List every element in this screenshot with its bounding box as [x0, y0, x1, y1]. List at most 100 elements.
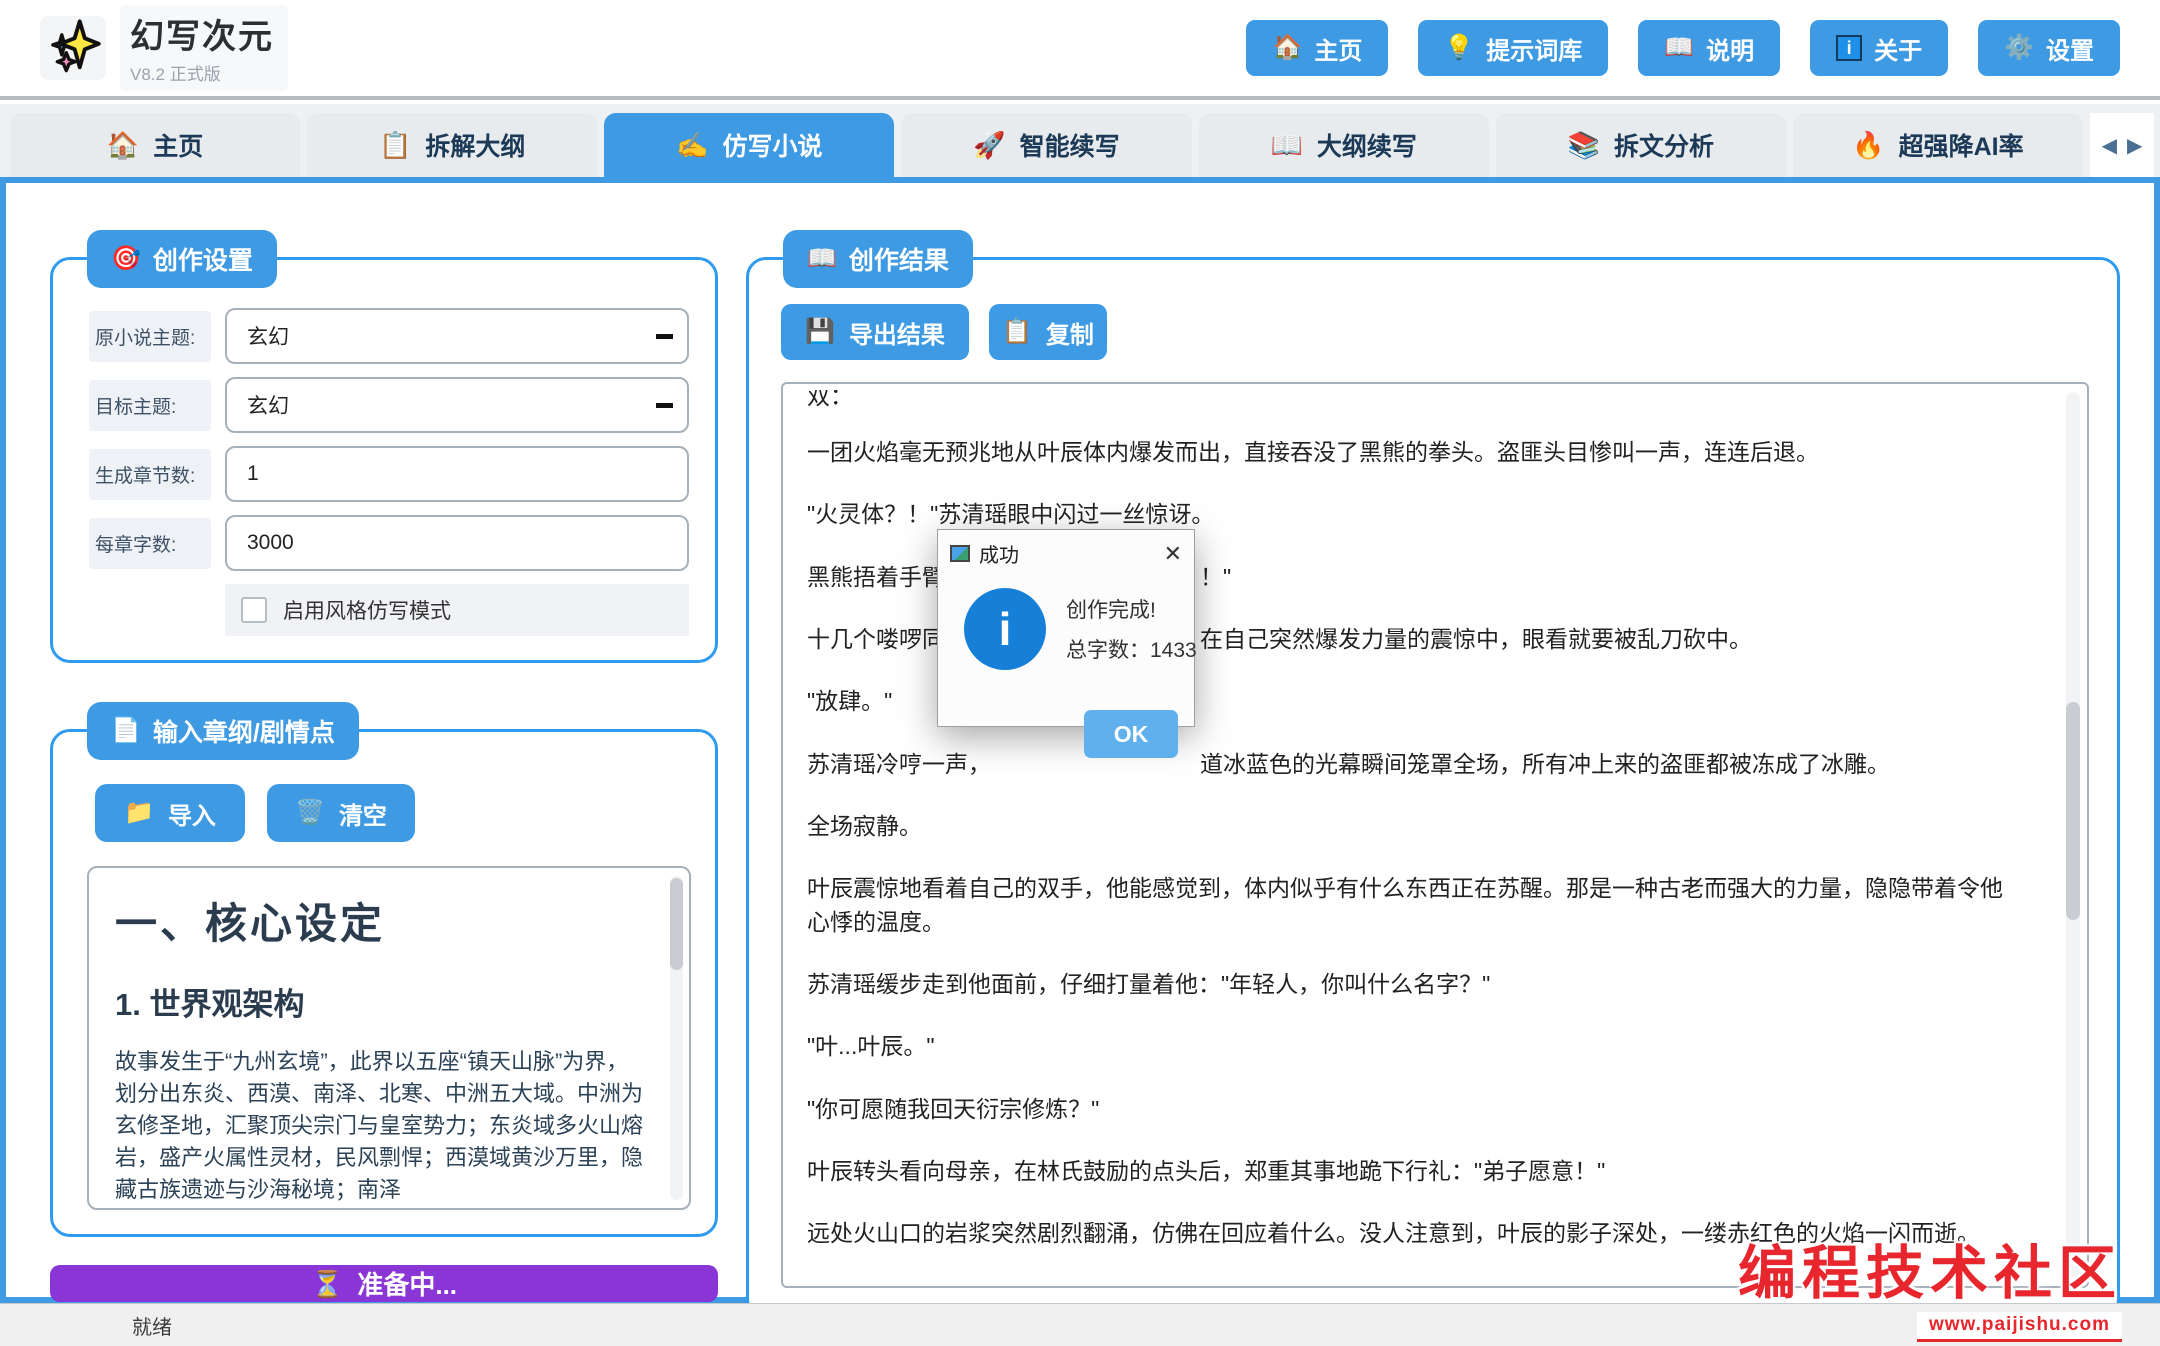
- chapter-count-label: 生成章节数:: [89, 449, 211, 500]
- result-text-area[interactable]: 双： 一团火焰毫无预兆地从叶辰体内爆发而出，直接吞没了黑熊的拳头。盗匪头目惨叫一…: [781, 382, 2089, 1288]
- result-paragraph: "叶...叶辰。": [807, 1030, 2017, 1063]
- dropdown-dash-icon[interactable]: [656, 403, 673, 408]
- tab-smart-continue[interactable]: 🚀 智能续写: [901, 113, 1191, 177]
- field-row-original-theme: 原小说主题:: [89, 308, 689, 364]
- window-icon: [950, 545, 970, 562]
- target-theme-input[interactable]: [225, 377, 689, 433]
- clipboard-icon: 📋: [379, 132, 411, 158]
- style-imitate-checkbox[interactable]: [241, 597, 267, 623]
- result-scrollbar[interactable]: [2066, 392, 2080, 1278]
- words-per-chapter-label: 每章字数:: [89, 518, 211, 569]
- dialog-title: 成功: [979, 539, 1019, 568]
- home-icon: 🏠: [107, 132, 139, 158]
- creation-result-panel: 📖 创作结果 💾 导出结果 📋 复制 双：: [746, 257, 2120, 1319]
- tab-scroll-controls: ◀ ▶: [2090, 113, 2154, 177]
- result-paragraph: 叶辰转头看向母亲，在林氏鼓励的点头后，郑重其事地跪下行礼："弟子愿意！": [807, 1155, 2017, 1188]
- close-icon[interactable]: ✕: [1164, 543, 1182, 565]
- about-button[interactable]: i 关于: [1810, 20, 1948, 76]
- outline-scrollbar[interactable]: [670, 876, 683, 1200]
- creation-result-badge: 📖 创作结果: [783, 230, 973, 288]
- app-title: 幻写次元: [130, 9, 274, 58]
- tab-outline-continue[interactable]: 📖 大纲续写: [1199, 113, 1489, 177]
- tab-outline-extract[interactable]: 📋 拆解大纲: [307, 113, 597, 177]
- dialog-titlebar: 成功 ✕: [938, 530, 1194, 574]
- result-paragraph: "火灵体？！"苏清瑶眼中闪过一丝惊讶。: [807, 498, 2017, 531]
- tab-scroll-right-icon[interactable]: ▶: [2127, 133, 2142, 158]
- manual-button[interactable]: 📖 说明: [1638, 20, 1780, 76]
- outline-buttons: 📁 导入 🗑️ 清空: [95, 784, 691, 842]
- outline-heading: 一、核心设定: [115, 890, 649, 951]
- chapter-count-input[interactable]: [225, 446, 689, 502]
- main-content: 🎯 创作设置 原小说主题: 目标主题:: [0, 177, 2160, 1303]
- outline-input-panel: 📄 输入章纲/剧情点 📁 导入 🗑️ 清空 一、核心设定 1. 世界观架构: [50, 729, 718, 1237]
- watermark: 编程技术社区 www.paijishu.com: [1738, 1226, 2122, 1342]
- info-icon: i: [1836, 35, 1862, 61]
- tab-text-analysis[interactable]: 📚 拆文分析: [1496, 113, 1786, 177]
- dropdown-dash-icon[interactable]: [656, 334, 673, 339]
- outline-input-badge: 📄 输入章纲/剧情点: [87, 702, 359, 760]
- tab-home[interactable]: 🏠 主页: [10, 113, 300, 177]
- home-button[interactable]: 🏠 主页: [1246, 20, 1388, 76]
- bulb-icon: 💡: [1444, 36, 1474, 60]
- open-book-icon: 📖: [807, 247, 837, 271]
- export-result-button[interactable]: 💾 导出结果: [781, 304, 969, 360]
- gear-icon: ⚙️: [2004, 36, 2034, 60]
- dialog-body: i 创作完成! 总字数：1433 OK: [938, 574, 1194, 724]
- style-imitate-label: 启用风格仿写模式: [283, 595, 451, 625]
- prompt-library-button[interactable]: 💡 提示词库: [1418, 20, 1608, 76]
- style-imitate-checkbox-row: 启用风格仿写模式: [225, 584, 689, 636]
- app-logo: [40, 16, 106, 80]
- sparkles-logo-icon: [45, 18, 101, 79]
- result-paragraph: 一团火焰毫无预兆地从叶辰体内爆发而出，直接吞没了黑熊的拳头。盗匪头目惨叫一声，连…: [807, 436, 2017, 469]
- import-button[interactable]: 📁 导入: [95, 784, 245, 842]
- tab-imitate-novel[interactable]: ✍️ 仿写小说: [604, 113, 894, 177]
- original-theme-label: 原小说主题:: [89, 311, 211, 362]
- dialog-message: 创作完成! 总字数：1433: [1066, 594, 1197, 674]
- watermark-url: www.paijishu.com: [1917, 1312, 2122, 1342]
- open-book-icon: 📖: [1270, 132, 1302, 158]
- panel-title: 输入章纲/剧情点: [153, 713, 335, 749]
- outline-textarea[interactable]: 一、核心设定 1. 世界观架构 故事发生于“九州玄境”，此界以五座“镇天山脉”为…: [87, 866, 691, 1210]
- rocket-icon: 🚀: [973, 132, 1005, 158]
- trash-icon: 🗑️: [295, 801, 325, 825]
- result-paragraph: "你可愿随我回天衍宗修炼？": [807, 1093, 2017, 1126]
- result-paragraph: 叶辰震惊地看着自己的双手，他能感觉到，体内似乎有什么东西正在苏醒。那是一种古老而…: [807, 872, 2017, 939]
- home-icon: 🏠: [1272, 36, 1302, 60]
- book-icon: 📖: [1664, 36, 1694, 60]
- left-column: 🎯 创作设置 原小说主题: 目标主题:: [50, 211, 718, 1271]
- result-paragraph: 全场寂静。: [807, 810, 2017, 843]
- clear-button[interactable]: 🗑️ 清空: [267, 784, 415, 842]
- success-dialog: 成功 ✕ i 创作完成! 总字数：1433 OK: [937, 529, 1195, 727]
- fire-icon: 🔥: [1852, 132, 1884, 158]
- status-text: 就绪: [132, 1311, 172, 1340]
- tab-bar: 🏠 主页 📋 拆解大纲 ✍️ 仿写小说 🚀 智能续写 📖 大纲续写 📚 拆文分析…: [0, 104, 2160, 177]
- words-per-chapter-input[interactable]: [225, 515, 689, 571]
- header-nav: 🏠 主页 💡 提示词库 📖 说明 i 关于 ⚙️ 设置: [1246, 20, 2120, 76]
- floppy-disk-icon: 💾: [805, 320, 835, 344]
- ok-button[interactable]: OK: [1084, 710, 1178, 758]
- tab-scroll-left-icon[interactable]: ◀: [2102, 133, 2117, 158]
- copy-button[interactable]: 📋 复制: [989, 304, 1107, 360]
- books-icon: 📚: [1568, 132, 1600, 158]
- original-theme-input[interactable]: [225, 308, 689, 364]
- result-scrollbar-thumb[interactable]: [2066, 702, 2080, 920]
- result-paragraph: 苏清瑶冷哼一声，道冰蓝色的光幕瞬间笼罩全场，所有冲上来的盗匪都被冻成了冰雕。: [807, 748, 2017, 781]
- clipboard-icon: 📋: [1002, 320, 1032, 344]
- outline-scrollbar-thumb[interactable]: [670, 878, 683, 970]
- result-buttons: 💾 导出结果 📋 复制: [781, 304, 2089, 360]
- outline-subheading: 1. 世界观架构: [115, 979, 649, 1024]
- settings-button[interactable]: ⚙️ 设置: [1978, 20, 2120, 76]
- tab-reduce-ai-rate[interactable]: 🔥 超强降AI率: [1793, 113, 2083, 177]
- panel-title: 创作结果: [849, 241, 949, 277]
- target-theme-label: 目标主题:: [89, 380, 211, 431]
- result-paragraph: 苏清瑶缓步走到他面前，仔细打量着他："年轻人，你叫什么名字？": [807, 968, 2017, 1001]
- app-window: 幻写次元 V8.2 正式版 🏠 主页 💡 提示词库 📖 说明 i 关于 ⚙️: [0, 0, 2160, 1346]
- creation-settings-badge: 🎯 创作设置: [87, 230, 277, 288]
- hourglass-icon: ⏳: [311, 1271, 343, 1297]
- folder-icon: 📁: [124, 801, 154, 825]
- preparing-button[interactable]: ⏳ 准备中...: [50, 1265, 718, 1302]
- field-row-chapter-count: 生成章节数:: [89, 446, 689, 502]
- creation-settings-panel: 🎯 创作设置 原小说主题: 目标主题:: [50, 257, 718, 663]
- target-icon: 🎯: [111, 247, 141, 271]
- header: 幻写次元 V8.2 正式版 🏠 主页 💡 提示词库 📖 说明 i 关于 ⚙️: [0, 0, 2160, 100]
